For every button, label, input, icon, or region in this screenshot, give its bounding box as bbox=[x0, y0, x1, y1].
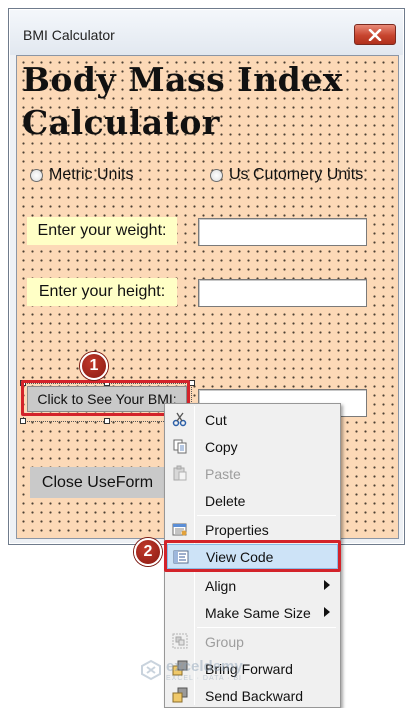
close-userform-button[interactable]: Close UseForm bbox=[30, 467, 165, 498]
watermark: exceldemy EXCEL · DATA · BI bbox=[140, 658, 243, 682]
properties-icon bbox=[172, 523, 187, 536]
menu-separator bbox=[197, 515, 336, 516]
radio-us-units[interactable]: Us Cutomery Units bbox=[210, 166, 363, 184]
radio-button-icon[interactable] bbox=[30, 168, 43, 182]
submenu-arrow-icon bbox=[324, 580, 330, 590]
watermark-name: exceldemy bbox=[166, 658, 243, 675]
step2-marker: 2 bbox=[134, 538, 162, 566]
menu-item-label: Copy bbox=[205, 438, 238, 455]
menu-item-make-same-size[interactable]: Make Same Size bbox=[167, 600, 338, 625]
cut-icon bbox=[172, 412, 187, 427]
menu-item-label: Delete bbox=[205, 492, 246, 509]
height-label: Enter your height: bbox=[27, 278, 177, 306]
group-icon bbox=[172, 633, 188, 649]
copy-icon bbox=[173, 439, 187, 454]
step2-highlight bbox=[164, 540, 341, 572]
exceldemy-logo-icon bbox=[141, 659, 161, 681]
menu-item-label: Group bbox=[205, 633, 244, 650]
menu-item-label: Paste bbox=[205, 465, 241, 482]
paste-icon bbox=[173, 465, 187, 481]
menu-item-label: Make Same Size bbox=[205, 604, 311, 621]
close-window-button[interactable] bbox=[354, 24, 396, 45]
radio-us-label: Us Cutomery Units bbox=[229, 166, 364, 183]
menu-item-send-backward[interactable]: Send Backward bbox=[167, 683, 338, 708]
menu-item-label: Align bbox=[205, 577, 237, 594]
menu-separator bbox=[197, 627, 336, 628]
weight-label: Enter your weight: bbox=[27, 217, 177, 245]
weight-input[interactable] bbox=[198, 218, 367, 246]
menu-item-label: Send Backward bbox=[205, 687, 304, 704]
menu-item-group[interactable]: Group bbox=[167, 629, 338, 654]
height-input[interactable] bbox=[198, 279, 367, 307]
radio-button-icon[interactable] bbox=[210, 168, 223, 182]
form-heading: Body Mass Index Calculator bbox=[22, 60, 343, 142]
menu-item-paste[interactable]: Paste bbox=[167, 461, 338, 486]
watermark-tagline: EXCEL · DATA · BI bbox=[166, 675, 242, 682]
resize-handle[interactable] bbox=[104, 418, 110, 424]
submenu-arrow-icon bbox=[324, 607, 330, 617]
menu-item-label: Cut bbox=[205, 411, 227, 428]
send-backward-icon bbox=[172, 687, 188, 703]
menu-item-copy[interactable]: Copy bbox=[167, 434, 338, 459]
radio-metric-units[interactable]: Metric Units bbox=[30, 166, 133, 184]
step1-marker: 1 bbox=[80, 352, 108, 380]
titlebar: BMI Calculator bbox=[10, 10, 403, 55]
menu-item-properties[interactable]: Properties bbox=[167, 517, 338, 542]
menu-item-delete[interactable]: Delete bbox=[167, 488, 338, 513]
resize-handle[interactable] bbox=[20, 418, 26, 424]
radio-metric-label: Metric Units bbox=[49, 166, 134, 183]
window-title: BMI Calculator bbox=[23, 27, 115, 43]
menu-item-cut[interactable]: Cut bbox=[167, 407, 338, 432]
menu-item-label: Properties bbox=[205, 521, 269, 538]
close-icon bbox=[368, 28, 382, 41]
menu-item-align[interactable]: Align bbox=[167, 573, 338, 598]
